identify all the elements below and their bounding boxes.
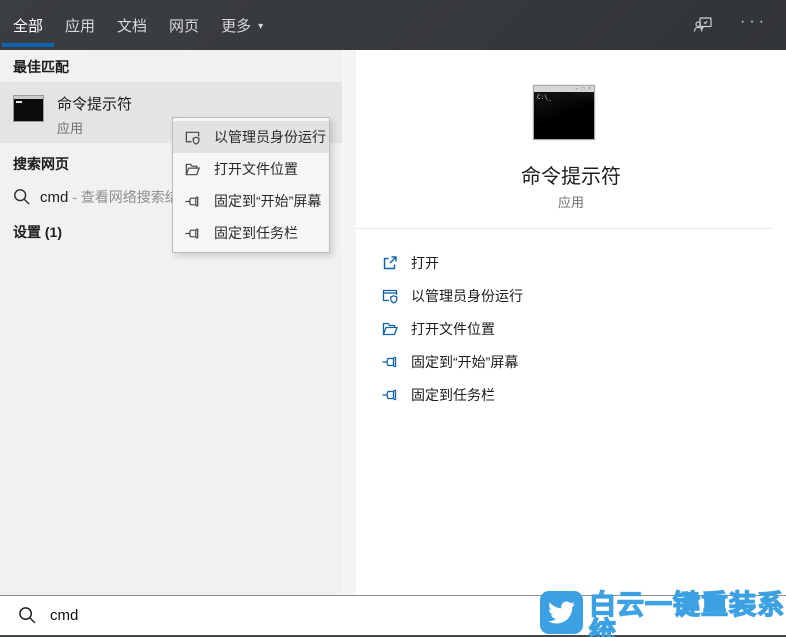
search-icon	[18, 606, 37, 625]
action-list: 打开 以管理员身份运行 打开文件位置 固定到“开始”屏幕 固定到任务栏	[356, 246, 786, 411]
menu-item-label: 固定到“开始”屏幕	[214, 193, 322, 209]
action-run-as-admin[interactable]: 以管理员身份运行	[356, 279, 786, 312]
tab-all[interactable]: 全部	[2, 0, 55, 50]
action-label: 固定到“开始”屏幕	[411, 353, 519, 370]
search-icon	[13, 188, 31, 206]
menu-pin-to-start[interactable]: 固定到“开始”屏幕	[173, 185, 329, 217]
action-pin-to-taskbar[interactable]: 固定到任务栏	[356, 378, 786, 411]
pin-icon	[381, 353, 399, 371]
separator	[356, 228, 772, 229]
action-open-file-location[interactable]: 打开文件位置	[356, 312, 786, 345]
tab-more[interactable]: 更多 ▾	[210, 0, 274, 50]
tab-all-label: 全部	[13, 17, 44, 35]
menu-run-as-admin[interactable]: 以管理员身份运行	[173, 121, 329, 153]
settings-header: 设置 (1)	[13, 224, 62, 240]
action-label: 打开	[411, 254, 439, 271]
menu-item-label: 打开文件位置	[214, 161, 298, 177]
cmd-terminal-icon	[13, 95, 44, 122]
cmd-terminal-icon-large: – □ × C:\_	[533, 85, 595, 140]
action-label: 以管理员身份运行	[411, 287, 523, 304]
menu-item-label: 以管理员身份运行	[214, 129, 326, 145]
search-filter-tab-bar: 全部 应用 文档 网页 更多 ▾ ···	[0, 0, 786, 50]
preview-panel: – □ × C:\_ 命令提示符 应用 打开	[356, 50, 786, 596]
run-as-admin-icon	[381, 287, 399, 305]
windows-search-flyout: 全部 应用 文档 网页 更多 ▾ ··· 最佳匹配 命令提示符 应用 搜索网页 …	[0, 0, 786, 637]
more-options-icon[interactable]: ···	[740, 14, 768, 30]
file-location-icon	[184, 161, 201, 178]
chevron-down-icon: ▾	[258, 20, 264, 32]
menu-open-file-location[interactable]: 打开文件位置	[173, 153, 329, 185]
file-location-icon	[381, 320, 399, 338]
tab-web[interactable]: 网页	[158, 0, 210, 50]
feedback-icon[interactable]	[692, 14, 714, 36]
watermark-title: 白云一键重装系统	[588, 590, 785, 637]
app-subtitle: 应用	[557, 195, 584, 210]
search-input[interactable]	[50, 607, 470, 624]
search-web-header: 搜索网页	[13, 156, 69, 172]
context-menu: 以管理员身份运行 打开文件位置 固定到“开始”屏幕 固定到任务栏	[172, 117, 330, 253]
search-web-suffix: - 查看网络搜索结	[68, 189, 179, 205]
tab-documents-label: 文档	[117, 17, 148, 35]
action-pin-to-start[interactable]: 固定到“开始”屏幕	[356, 345, 786, 378]
best-match-title: 命令提示符	[57, 96, 133, 113]
best-match-header: 最佳匹配	[13, 59, 69, 75]
action-label: 固定到任务栏	[411, 386, 495, 403]
pin-icon	[184, 225, 201, 242]
app-title: 命令提示符	[521, 166, 621, 188]
twitter-bird-icon	[540, 591, 583, 634]
tab-more-label: 更多	[221, 17, 252, 35]
open-icon	[381, 254, 399, 272]
best-match-subtitle: 应用	[57, 121, 84, 136]
action-open[interactable]: 打开	[356, 246, 786, 279]
search-web-query: cmd - 查看网络搜索结	[40, 189, 179, 206]
panel-divider	[342, 50, 356, 596]
pin-icon	[381, 386, 399, 404]
tab-documents[interactable]: 文档	[106, 0, 158, 50]
tab-apps[interactable]: 应用	[54, 0, 106, 50]
pin-icon	[184, 193, 201, 210]
menu-item-label: 固定到任务栏	[214, 225, 298, 241]
action-label: 打开文件位置	[411, 320, 495, 337]
tab-web-label: 网页	[169, 17, 200, 35]
menu-pin-to-taskbar[interactable]: 固定到任务栏	[173, 217, 329, 249]
screen-glare-decoration	[534, 92, 594, 139]
watermark: 白云一键重装系统 www.baiyunxitong.com	[540, 591, 786, 637]
tab-apps-label: 应用	[65, 17, 96, 35]
run-as-admin-icon	[184, 129, 201, 146]
